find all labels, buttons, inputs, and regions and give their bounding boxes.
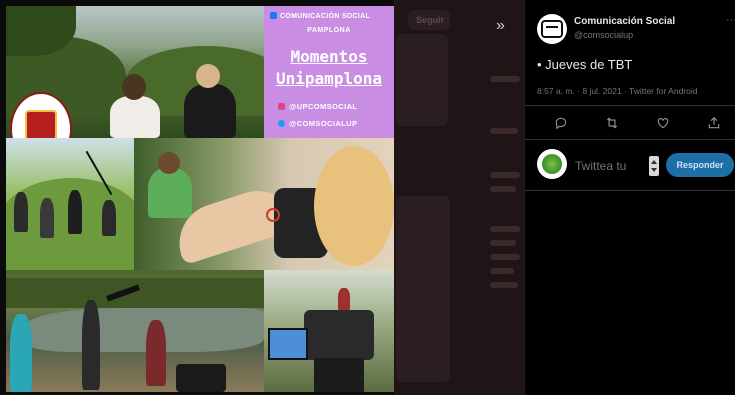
- divider: [525, 139, 735, 140]
- photo-tripod: [314, 358, 364, 392]
- reply-stepper[interactable]: [649, 156, 659, 176]
- photo-camera-rig: [264, 270, 394, 392]
- brand-title-line1: Momentos: [290, 47, 368, 66]
- photo-person-head: [122, 74, 146, 100]
- ghost-text: [490, 128, 518, 134]
- photo-binoculars: [134, 138, 394, 270]
- photo-camera-monitor: [268, 328, 308, 360]
- ghost-text: [490, 186, 516, 192]
- photo-person: [14, 192, 28, 232]
- tweet-text: • Jueves de TBT: [537, 57, 633, 72]
- photo-person: [146, 320, 166, 386]
- author-name[interactable]: Comunicación Social: [574, 16, 675, 27]
- brand-header-text: COMUNICACIÓN SOCIAL: [280, 13, 371, 20]
- timeline-backdrop: Seguir: [394, 0, 524, 395]
- brand-header: COMUNICACIÓN SOCIAL: [270, 12, 370, 20]
- ghost-media: [396, 34, 448, 126]
- user-logo-icon: [542, 154, 562, 174]
- photo-lake: [6, 270, 264, 392]
- twitter-handle-text: @COMSOCIALUP: [289, 119, 358, 128]
- instagram-icon: [278, 103, 285, 110]
- ghost-text: [490, 240, 516, 246]
- photo-person-head: [158, 152, 180, 174]
- ghost-text: [490, 254, 520, 260]
- expand-panel-chevrons-icon[interactable]: »: [496, 17, 505, 35]
- like-icon[interactable]: [653, 113, 673, 133]
- reply-button[interactable]: Responder: [666, 153, 734, 177]
- reply-icon[interactable]: [551, 113, 571, 133]
- brand-title: Momentos Unipamplona: [264, 46, 394, 90]
- photo-hair: [314, 146, 394, 266]
- ghost-follow-label: Seguir: [416, 15, 445, 25]
- reply-input[interactable]: [575, 157, 655, 175]
- photo-person: [82, 300, 100, 390]
- twitter-handle: @COMSOCIALUP: [278, 119, 357, 128]
- photo-camera-body: [304, 310, 374, 360]
- tweet-meta[interactable]: 8:57 a. m. · 8 jul. 2021 · Twitter for A…: [537, 86, 697, 96]
- ghost-media: [396, 196, 450, 382]
- ghost-text: [490, 226, 520, 232]
- comsocial-logo-icon: [541, 20, 563, 38]
- brand-sub: PAMPLONA: [307, 27, 351, 34]
- media-viewer: COMUNICACIÓN SOCIAL PAMPLONA Momentos Un…: [0, 0, 735, 395]
- photo-person: [68, 190, 82, 234]
- photo-musicians: [6, 138, 134, 270]
- photo-camera: [176, 364, 226, 392]
- photo-lake-water: [26, 308, 264, 352]
- photo-person: [10, 314, 32, 392]
- ghost-text: [490, 76, 520, 82]
- photo-person: [184, 84, 236, 138]
- divider: [525, 105, 735, 106]
- photo-person: [102, 200, 116, 236]
- twitter-icon: [278, 120, 285, 127]
- tweet-actions: [525, 113, 735, 133]
- tweet-media-image[interactable]: COMUNICACIÓN SOCIAL PAMPLONA Momentos Un…: [6, 6, 394, 392]
- photo-person: [148, 168, 192, 218]
- current-user-avatar: [537, 149, 567, 179]
- photo-person: [338, 288, 350, 310]
- ghost-text: [490, 268, 514, 274]
- photo-bracelet: [266, 208, 280, 222]
- brand-title-line2: Unipamplona: [276, 69, 382, 88]
- instagram-handle: @UPCOMSOCIAL: [278, 102, 357, 111]
- ghost-text: [490, 172, 520, 178]
- retweet-icon[interactable]: [602, 113, 622, 133]
- tweet-detail-panel: Comunicación Social @comsocialup ··· • J…: [524, 0, 735, 395]
- photo-person: [110, 96, 160, 138]
- instagram-handle-text: @UPCOMSOCIAL: [289, 102, 358, 111]
- share-icon[interactable]: [704, 113, 724, 133]
- divider: [525, 190, 735, 191]
- author-handle[interactable]: @comsocialup: [574, 30, 633, 40]
- author-avatar[interactable]: [537, 14, 567, 44]
- brand-card: COMUNICACIÓN SOCIAL PAMPLONA Momentos Un…: [264, 6, 394, 138]
- ghost-text: [490, 282, 518, 288]
- ghost-follow-button: Seguir: [408, 10, 450, 30]
- photo-person: [40, 198, 54, 238]
- facebook-icon: [270, 12, 277, 19]
- photo-treeline: [6, 278, 264, 308]
- more-options-icon[interactable]: ···: [726, 14, 735, 26]
- photo-person-head: [196, 64, 220, 88]
